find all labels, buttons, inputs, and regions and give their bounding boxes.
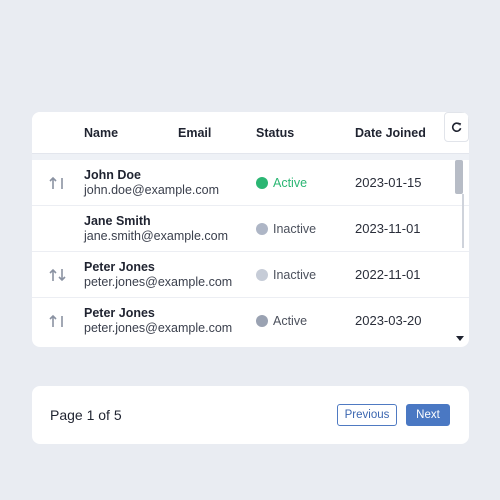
users-table: Name Email Status Date Joined John Doe j…	[32, 112, 469, 347]
scroll-down-arrow-icon[interactable]	[456, 336, 464, 341]
user-email: peter.jones@example.com	[84, 321, 233, 335]
table-header: Name Email Status Date Joined	[32, 112, 469, 154]
status-dot	[256, 177, 268, 189]
user-name: Jane Smith	[84, 214, 151, 228]
user-name: John Doe	[84, 168, 141, 182]
user-email: peter.jones@example.com	[84, 275, 233, 289]
pagination-bar: Page 1 of 5 Previous Next	[32, 386, 469, 444]
previous-button[interactable]: Previous	[337, 404, 397, 426]
status-badge: Inactive	[273, 222, 317, 236]
date-joined: 2023-11-01	[355, 221, 421, 236]
status-badge: Active	[273, 314, 308, 328]
user-email: john.doe@example.com	[84, 183, 219, 197]
table-body: John Doe john.doe@example.com Active 202…	[32, 160, 469, 344]
column-header-name[interactable]: Name	[84, 126, 118, 140]
status-badge: Inactive	[273, 268, 317, 282]
refresh-button[interactable]	[444, 112, 469, 142]
column-header-date-joined[interactable]: Date Joined	[355, 126, 426, 140]
table-row[interactable]: Peter Jones peter.jones@example.com Acti…	[32, 298, 469, 344]
sort-both-icon[interactable]	[49, 268, 67, 282]
page-indicator: Page 1 of 5	[50, 407, 122, 423]
status-dot	[256, 269, 268, 281]
status-badge: Active	[273, 176, 308, 190]
scrollbar-thumb[interactable]	[455, 160, 463, 194]
status-dot	[256, 223, 268, 235]
user-name: Peter Jones	[84, 306, 155, 320]
column-header-status[interactable]: Status	[256, 126, 294, 140]
column-header-email[interactable]: Email	[178, 126, 211, 140]
next-button[interactable]: Next	[406, 404, 450, 426]
sort-up-icon[interactable]	[49, 314, 67, 328]
scrollbar-track	[462, 194, 464, 248]
table-row[interactable]: Peter Jones peter.jones@example.com Inac…	[32, 252, 469, 298]
sort-up-icon[interactable]	[49, 176, 67, 190]
status-dot	[256, 315, 268, 327]
user-name: Peter Jones	[84, 260, 155, 274]
vertical-scrollbar[interactable]	[453, 160, 465, 347]
date-joined: 2023-03-20	[355, 313, 422, 328]
date-joined: 2023-01-15	[355, 175, 422, 190]
refresh-icon	[451, 122, 461, 132]
table-row[interactable]: John Doe john.doe@example.com Active 202…	[32, 160, 469, 206]
table-row[interactable]: Jane Smith jane.smith@example.com Inacti…	[32, 206, 469, 252]
user-email: jane.smith@example.com	[84, 229, 228, 243]
date-joined: 2022-11-01	[355, 267, 421, 282]
